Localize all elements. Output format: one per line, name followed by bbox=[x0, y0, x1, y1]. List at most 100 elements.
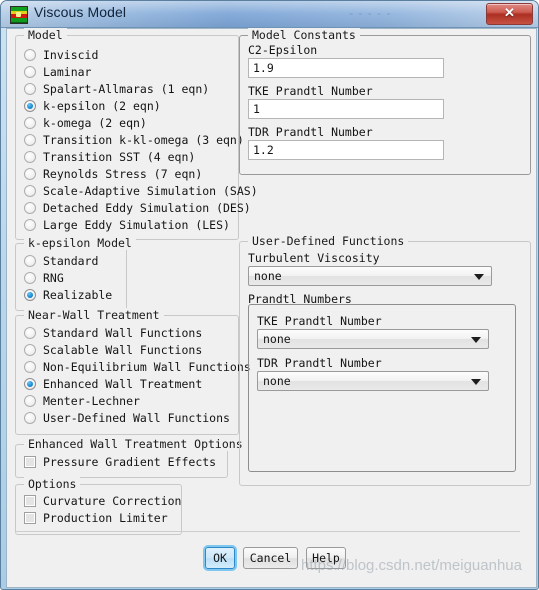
user-defined-functions-group-title: User-Defined Functions bbox=[248, 234, 409, 248]
radio-indicator bbox=[24, 116, 36, 129]
near-wall-treatment-group-title: Near-Wall Treatment bbox=[24, 308, 164, 322]
checkbox-indicator bbox=[24, 455, 36, 468]
input-c2-epsilon[interactable] bbox=[248, 58, 444, 78]
radio-realizable[interactable]: Realizable bbox=[24, 286, 112, 303]
radio-indicator bbox=[24, 254, 36, 267]
label-tdr-prandtl-number: TDR Prandtl Number bbox=[248, 125, 373, 139]
radio-indicator bbox=[24, 48, 36, 61]
radio-inviscid[interactable]: Inviscid bbox=[24, 46, 98, 63]
radio-indicator bbox=[24, 218, 36, 231]
chevron-down-icon bbox=[474, 274, 484, 280]
chevron-down-icon bbox=[471, 379, 481, 385]
radio-indicator bbox=[24, 271, 36, 284]
radio-transition-k-kl-omega[interactable]: Transition k-kl-omega (3 eqn) bbox=[24, 131, 244, 148]
radio-indicator bbox=[24, 343, 36, 356]
radio-label: Transition k-kl-omega (3 eqn) bbox=[43, 132, 244, 147]
radio-label: Realizable bbox=[43, 287, 113, 302]
dialog-body: Model Inviscid Laminar Spalart-Allmaras … bbox=[6, 28, 537, 588]
cancel-button[interactable]: Cancel bbox=[243, 547, 298, 569]
radio-user-defined-wall-functions[interactable]: User-Defined Wall Functions bbox=[24, 409, 230, 426]
radio-label: Inviscid bbox=[43, 47, 99, 62]
radio-label: Spalart-Allmaras (1 eqn) bbox=[43, 81, 210, 96]
checkbox-curvature-correction[interactable]: Curvature Correction bbox=[24, 492, 181, 509]
radio-indicator bbox=[24, 133, 36, 146]
enhanced-wall-treatment-options-group-title: Enhanced Wall Treatment Options bbox=[24, 437, 247, 451]
radio-menter-lechner[interactable]: Menter-Lechner bbox=[24, 392, 140, 409]
label-udf-tke-prandtl-number: TKE Prandtl Number bbox=[257, 314, 382, 328]
radio-transition-sst[interactable]: Transition SST (4 eqn) bbox=[24, 148, 195, 165]
radio-indicator bbox=[24, 99, 36, 112]
radio-indicator bbox=[24, 411, 36, 424]
radio-scalable-wall-functions[interactable]: Scalable Wall Functions bbox=[24, 341, 202, 358]
title-bar[interactable]: Viscous Model - - - - - ✕ bbox=[1, 1, 538, 28]
k-epsilon-model-group: k-epsilon Model Standard RNG Realizable bbox=[15, 236, 136, 311]
radio-label: Transition SST (4 eqn) bbox=[43, 149, 196, 164]
viscous-model-dialog: Viscous Model - - - - - ✕ Model Inviscid… bbox=[0, 0, 539, 590]
radio-large-eddy-simulation[interactable]: Large Eddy Simulation (LES) bbox=[24, 216, 230, 233]
input-tdr-prandtl-number[interactable] bbox=[248, 140, 444, 160]
radio-label: Non-Equilibrium Wall Functions bbox=[43, 359, 251, 374]
model-group: Model Inviscid Laminar Spalart-Allmaras … bbox=[15, 28, 258, 240]
radio-label: Menter-Lechner bbox=[43, 393, 140, 408]
prandtl-numbers-group: TKE Prandtl Number none TDR Prandtl Numb… bbox=[248, 304, 516, 472]
input-tke-prandtl-number[interactable] bbox=[248, 99, 444, 119]
options-group-title: Options bbox=[24, 477, 81, 491]
radio-label: Scale-Adaptive Simulation (SAS) bbox=[43, 183, 258, 198]
radio-laminar[interactable]: Laminar bbox=[24, 63, 91, 80]
k-epsilon-model-group-title: k-epsilon Model bbox=[24, 236, 136, 250]
checkbox-indicator bbox=[24, 511, 36, 524]
radio-scale-adaptive-simulation[interactable]: Scale-Adaptive Simulation (SAS) bbox=[24, 182, 258, 199]
radio-indicator bbox=[24, 360, 36, 373]
footer-separator bbox=[15, 531, 520, 532]
chevron-down-icon bbox=[471, 337, 481, 343]
radio-k-epsilon[interactable]: k-epsilon (2 eqn) bbox=[24, 97, 161, 114]
radio-label: Reynolds Stress (7 eqn) bbox=[43, 166, 203, 181]
checkbox-pressure-gradient-effects[interactable]: Pressure Gradient Effects bbox=[24, 453, 216, 470]
label-c2-epsilon: C2-Epsilon bbox=[248, 43, 318, 57]
label-turbulent-viscosity: Turbulent Viscosity bbox=[248, 251, 380, 265]
checkbox-label: Curvature Correction bbox=[43, 493, 182, 508]
dropdown-turbulent-viscosity[interactable]: none bbox=[248, 266, 492, 286]
radio-label: Detached Eddy Simulation (DES) bbox=[43, 200, 251, 215]
contour-plot-icon bbox=[10, 6, 28, 24]
radio-label: Standard Wall Functions bbox=[43, 325, 203, 340]
model-constants-group: Model Constants C2-Epsilon TKE Prandtl N… bbox=[239, 28, 531, 175]
enhanced-wall-treatment-options-group: Enhanced Wall Treatment Options Pressure… bbox=[15, 437, 247, 478]
ok-button[interactable]: OK bbox=[205, 547, 235, 569]
radio-label: k-epsilon (2 eqn) bbox=[43, 98, 161, 113]
label-tke-prandtl-number: TKE Prandtl Number bbox=[248, 84, 373, 98]
dropdown-value: none bbox=[263, 374, 291, 388]
radio-indicator bbox=[24, 167, 36, 180]
checkbox-production-limiter[interactable]: Production Limiter bbox=[24, 509, 168, 526]
radio-detached-eddy-simulation[interactable]: Detached Eddy Simulation (DES) bbox=[24, 199, 251, 216]
radio-indicator bbox=[24, 394, 36, 407]
model-group-title: Model bbox=[24, 28, 67, 42]
radio-label: Scalable Wall Functions bbox=[43, 342, 203, 357]
radio-reynolds-stress[interactable]: Reynolds Stress (7 eqn) bbox=[24, 165, 202, 182]
watermark-text: https://blog.csdn.net/meiguanhua bbox=[301, 557, 522, 574]
radio-enhanced-wall-treatment[interactable]: Enhanced Wall Treatment bbox=[24, 375, 202, 392]
radio-non-equilibrium-wall-functions[interactable]: Non-Equilibrium Wall Functions bbox=[24, 358, 251, 375]
radio-indicator bbox=[24, 65, 36, 78]
user-defined-functions-group: User-Defined Functions Turbulent Viscosi… bbox=[239, 234, 531, 486]
radio-label: Large Eddy Simulation (LES) bbox=[43, 217, 230, 232]
radio-label: Laminar bbox=[43, 64, 92, 79]
checkbox-label: Production Limiter bbox=[43, 510, 168, 525]
radio-standard[interactable]: Standard bbox=[24, 252, 98, 269]
radio-indicator bbox=[24, 377, 36, 390]
radio-indicator bbox=[24, 326, 36, 339]
dropdown-udf-tke-prandtl-number[interactable]: none bbox=[257, 329, 489, 349]
label-udf-tdr-prandtl-number: TDR Prandtl Number bbox=[257, 356, 382, 370]
close-icon: ✕ bbox=[504, 5, 515, 20]
radio-spalart-allmaras[interactable]: Spalart-Allmaras (1 eqn) bbox=[24, 80, 209, 97]
close-button[interactable]: ✕ bbox=[486, 3, 533, 25]
radio-indicator bbox=[24, 288, 36, 301]
faded-title-artifact: - - - - - bbox=[349, 6, 392, 20]
dropdown-udf-tdr-prandtl-number[interactable]: none bbox=[257, 371, 489, 391]
radio-k-omega[interactable]: k-omega (2 eqn) bbox=[24, 114, 147, 131]
dropdown-value: none bbox=[254, 269, 282, 283]
radio-label: k-omega (2 eqn) bbox=[43, 115, 147, 130]
radio-rng[interactable]: RNG bbox=[24, 269, 64, 286]
radio-standard-wall-functions[interactable]: Standard Wall Functions bbox=[24, 324, 202, 341]
radio-label: User-Defined Wall Functions bbox=[43, 410, 230, 425]
